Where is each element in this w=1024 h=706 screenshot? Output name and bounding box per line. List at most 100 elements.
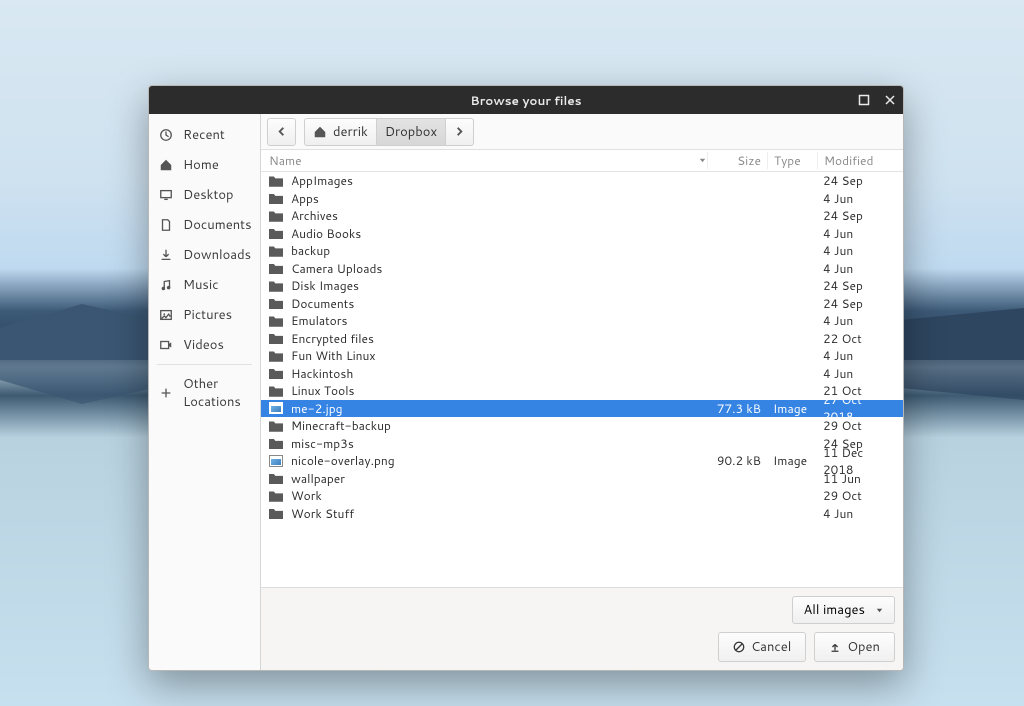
file-row[interactable]: Hackintosh4 Jun (261, 365, 903, 383)
folder-icon (269, 507, 283, 519)
cancel-label: Cancel (751, 638, 791, 656)
file-row[interactable]: Disk Images24 Sep (261, 277, 903, 295)
column-size[interactable]: Size (707, 152, 767, 169)
column-modified[interactable]: Modified (817, 152, 895, 169)
folder-icon (269, 262, 283, 274)
file-modified: 24 Sep (817, 277, 895, 294)
file-list[interactable]: AppImages24 SepApps4 JunArchives24 SepAu… (261, 172, 903, 587)
sidebar-item-videos[interactable]: Videos (149, 330, 260, 360)
file-name: Camera Uploads (291, 260, 382, 277)
breadcrumb-home[interactable]: derrik (304, 118, 377, 146)
file-row[interactable]: Documents24 Sep (261, 295, 903, 313)
file-name: nicole-overlay.png (291, 452, 395, 469)
file-name: misc-mp3s (291, 435, 354, 452)
close-button[interactable] (883, 93, 897, 107)
breadcrumb-label: Dropbox (385, 123, 437, 141)
file-row[interactable]: Work Stuff4 Jun (261, 505, 903, 523)
file-modified: 24 Sep (817, 172, 895, 189)
pictures-icon (159, 308, 173, 322)
file-chooser-window: Browse your files Recent Home Desktop (148, 85, 904, 671)
sidebar-item-home[interactable]: Home (149, 150, 260, 180)
breadcrumb-forward[interactable] (446, 118, 474, 146)
file-name: Linux Tools (291, 382, 354, 399)
sidebar-label: Videos (183, 336, 224, 354)
filter-combo[interactable]: All images (792, 596, 895, 624)
sidebar-item-desktop[interactable]: Desktop (149, 180, 260, 210)
file-row[interactable]: Archives24 Sep (261, 207, 903, 225)
file-row[interactable]: me-2.jpg77.3 kBImage27 Oct 2018 (261, 400, 903, 418)
file-row[interactable]: Emulators4 Jun (261, 312, 903, 330)
file-size: 90.2 kB (707, 452, 767, 469)
file-modified: 4 Jun (817, 242, 895, 259)
file-name: AppImages (291, 172, 353, 189)
file-modified: 4 Jun (817, 260, 895, 277)
folder-icon (269, 245, 283, 257)
folder-icon (269, 227, 283, 239)
path-back-button[interactable] (267, 118, 296, 146)
file-type: Image (767, 452, 817, 469)
sidebar-label: Music (183, 276, 219, 294)
sidebar-item-other-locations[interactable]: Other Locations (149, 369, 260, 417)
download-icon (159, 248, 173, 262)
file-name: Fun With Linux (291, 347, 376, 364)
sidebar-label: Home (183, 156, 219, 174)
file-row[interactable]: Work29 Oct (261, 487, 903, 505)
file-modified: 4 Jun (817, 312, 895, 329)
home-icon (159, 158, 173, 172)
file-row[interactable]: wallpaper11 Jun (261, 470, 903, 488)
file-row[interactable]: backup4 Jun (261, 242, 903, 260)
maximize-button[interactable] (857, 93, 871, 107)
file-modified: 4 Jun (817, 347, 895, 364)
cancel-button[interactable]: Cancel (718, 632, 806, 662)
breadcrumb-current[interactable]: Dropbox (377, 118, 446, 146)
sidebar-item-downloads[interactable]: Downloads (149, 240, 260, 270)
image-icon (269, 455, 283, 467)
column-type[interactable]: Type (767, 152, 817, 169)
chevron-left-icon (276, 126, 287, 137)
open-label: Open (847, 638, 880, 656)
file-modified: 29 Oct (817, 417, 895, 434)
file-row[interactable]: Linux Tools21 Oct (261, 382, 903, 400)
file-modified: 4 Jun (817, 190, 895, 207)
sidebar-label: Pictures (183, 306, 232, 324)
pathbar: derrik Dropbox (261, 114, 903, 150)
file-name: Apps (291, 190, 319, 207)
sort-desc-icon (698, 156, 707, 165)
file-row[interactable]: Camera Uploads 4 Jun (261, 260, 903, 278)
file-name: Work (291, 487, 322, 504)
plus-icon (159, 386, 173, 400)
file-row[interactable]: AppImages 24 Sep (261, 172, 903, 190)
column-name[interactable]: Name (269, 152, 707, 169)
file-modified: 11 Jun (817, 470, 895, 487)
file-row[interactable]: Apps 4 Jun (261, 190, 903, 208)
folder-icon (269, 350, 283, 362)
sidebar-item-music[interactable]: Music (149, 270, 260, 300)
filter-label: All images (803, 601, 865, 619)
file-row[interactable]: nicole-overlay.png90.2 kBImage11 Dec 201… (261, 452, 903, 470)
sidebar-label: Downloads (183, 246, 251, 264)
file-name: Work Stuff (291, 505, 354, 522)
file-row[interactable]: Minecraft-backup29 Oct (261, 417, 903, 435)
places-sidebar: Recent Home Desktop Documents Downloads … (149, 114, 261, 670)
sidebar-item-pictures[interactable]: Pictures (149, 300, 260, 330)
home-icon (313, 125, 327, 139)
file-row[interactable]: Fun With Linux 4 Jun (261, 347, 903, 365)
music-icon (159, 278, 173, 292)
videos-icon (159, 338, 173, 352)
column-headers: Name Size Type Modified (261, 150, 903, 172)
sidebar-item-recent[interactable]: Recent (149, 120, 260, 150)
open-button[interactable]: Open (814, 632, 895, 662)
file-name: Archives (291, 207, 338, 224)
dialog-footer: All images Cancel Open (261, 587, 903, 670)
file-row[interactable]: misc-mp3s24 Sep (261, 435, 903, 453)
file-row[interactable]: Audio Books4 Jun (261, 225, 903, 243)
file-row[interactable]: Encrypted files22 Oct (261, 330, 903, 348)
folder-icon (269, 385, 283, 397)
chevron-down-icon (875, 606, 884, 615)
sidebar-label: Recent (183, 126, 225, 144)
file-size: 77.3 kB (707, 400, 767, 417)
sidebar-item-documents[interactable]: Documents (149, 210, 260, 240)
file-modified: 22 Oct (817, 330, 895, 347)
folder-icon (269, 437, 283, 449)
folder-icon (269, 192, 283, 204)
